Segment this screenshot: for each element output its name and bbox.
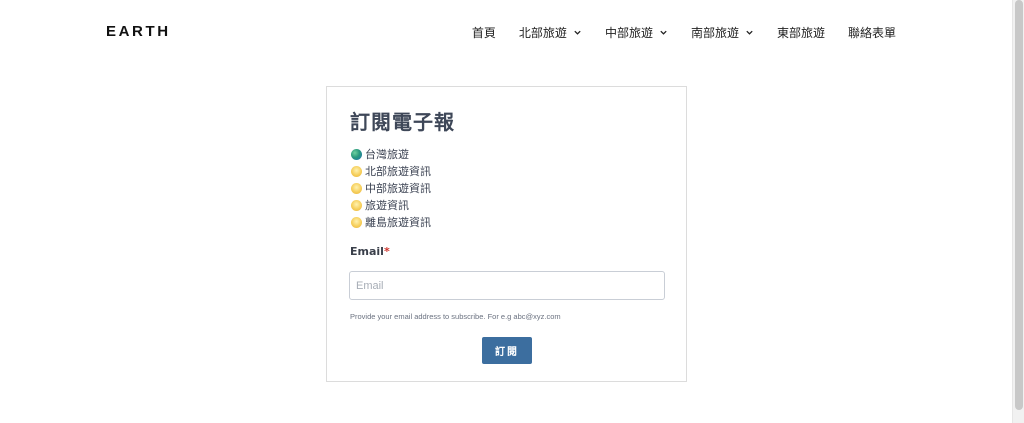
email-label: Email* — [350, 245, 390, 258]
nav-item-label: 首頁 — [471, 26, 496, 40]
subscribe-button[interactable]: 訂閱 — [482, 337, 532, 364]
globe-icon — [351, 149, 362, 160]
scrollbar-thumb[interactable] — [1015, 0, 1023, 410]
email-label-text: Email — [350, 245, 384, 258]
site-header: EARTH 首頁 北部旅遊 中部旅遊 南部旅遊 東部旅遊 聯絡表單 — [0, 0, 1012, 64]
list-item: 台灣旅遊 — [351, 146, 431, 163]
nav-item-label: 中部旅遊 — [604, 26, 653, 40]
list-item-label: 中部旅遊資訊 — [365, 182, 431, 195]
subscribe-form-card: 訂閱電子報 台灣旅遊 北部旅遊資訊 中部旅遊資訊 旅遊資訊 離島旅遊資訊 Ema… — [326, 86, 687, 382]
nav-item-label: 北部旅遊 — [518, 26, 567, 40]
nav-item-label: 南部旅遊 — [690, 26, 739, 40]
list-item-label: 台灣旅遊 — [365, 148, 409, 161]
newsletter-list: 台灣旅遊 北部旅遊資訊 中部旅遊資訊 旅遊資訊 離島旅遊資訊 — [351, 146, 431, 231]
chevron-down-icon — [660, 30, 667, 35]
list-item-label: 離島旅遊資訊 — [365, 216, 431, 229]
sun-icon — [351, 200, 362, 211]
list-item: 離島旅遊資訊 — [351, 214, 431, 231]
nav-item-central[interactable]: 中部旅遊 — [605, 24, 668, 41]
chevron-down-icon — [574, 30, 581, 35]
page-scrollbar[interactable] — [1012, 0, 1024, 423]
list-item-label: 旅遊資訊 — [365, 199, 409, 212]
main-nav: 首頁 北部旅遊 中部旅遊 南部旅遊 東部旅遊 聯絡表單 — [449, 24, 896, 41]
list-item: 北部旅遊資訊 — [351, 163, 431, 180]
sun-icon — [351, 166, 362, 177]
nav-item-contact[interactable]: 聯絡表單 — [848, 24, 896, 41]
form-title: 訂閱電子報 — [350, 110, 455, 134]
sun-icon — [351, 183, 362, 194]
chevron-down-icon — [746, 30, 753, 35]
nav-item-home[interactable]: 首頁 — [472, 24, 496, 41]
nav-item-label: 東部旅遊 — [776, 26, 825, 40]
list-item: 旅遊資訊 — [351, 197, 431, 214]
required-mark: * — [383, 245, 390, 258]
list-item: 中部旅遊資訊 — [351, 180, 431, 197]
nav-item-east[interactable]: 東部旅遊 — [777, 24, 825, 41]
nav-item-south[interactable]: 南部旅遊 — [691, 24, 754, 41]
email-field[interactable] — [349, 271, 665, 300]
nav-item-label: 聯絡表單 — [847, 26, 896, 40]
email-help-text: Provide your email address to subscribe.… — [350, 312, 561, 321]
site-logo[interactable]: EARTH — [106, 23, 171, 40]
nav-item-north[interactable]: 北部旅遊 — [519, 24, 582, 41]
list-item-label: 北部旅遊資訊 — [365, 165, 431, 178]
sun-icon — [351, 217, 362, 228]
